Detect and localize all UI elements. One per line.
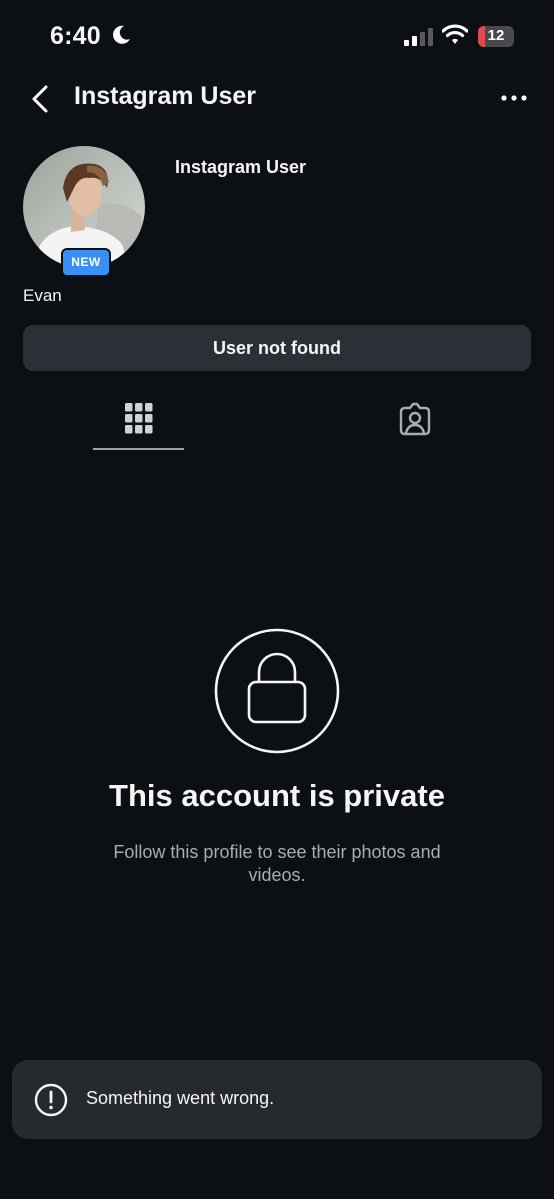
toast-message: Something went wrong. (86, 1088, 275, 1108)
user-not-found-button[interactable]: User not found (23, 325, 531, 371)
new-badge: NEW (61, 248, 111, 277)
selected-tab-indicator (93, 448, 184, 450)
tab-posts-grid[interactable] (93, 398, 184, 450)
wifi-icon (442, 24, 468, 44)
profile-name: Instagram User (175, 157, 307, 177)
back-chevron-icon[interactable] (28, 84, 52, 114)
private-account-title: This account is private (109, 778, 445, 813)
header-title: Instagram User (74, 82, 257, 110)
more-options-icon[interactable] (500, 88, 528, 108)
tab-tagged[interactable] (370, 398, 461, 450)
grid-icon (125, 403, 153, 434)
battery-level: 12 (487, 27, 505, 44)
lock-icon (214, 628, 340, 754)
tagged-person-icon (399, 402, 431, 436)
battery-icon: 12 (478, 26, 514, 47)
alert-circle-icon (34, 1083, 68, 1117)
cellular-signal-icon (404, 28, 433, 46)
bio-name: Evan (23, 286, 62, 305)
moon-icon (113, 25, 130, 44)
private-account-subtitle: Follow this profile to see their photos … (113, 842, 441, 885)
status-time: 6:40 (50, 22, 101, 50)
